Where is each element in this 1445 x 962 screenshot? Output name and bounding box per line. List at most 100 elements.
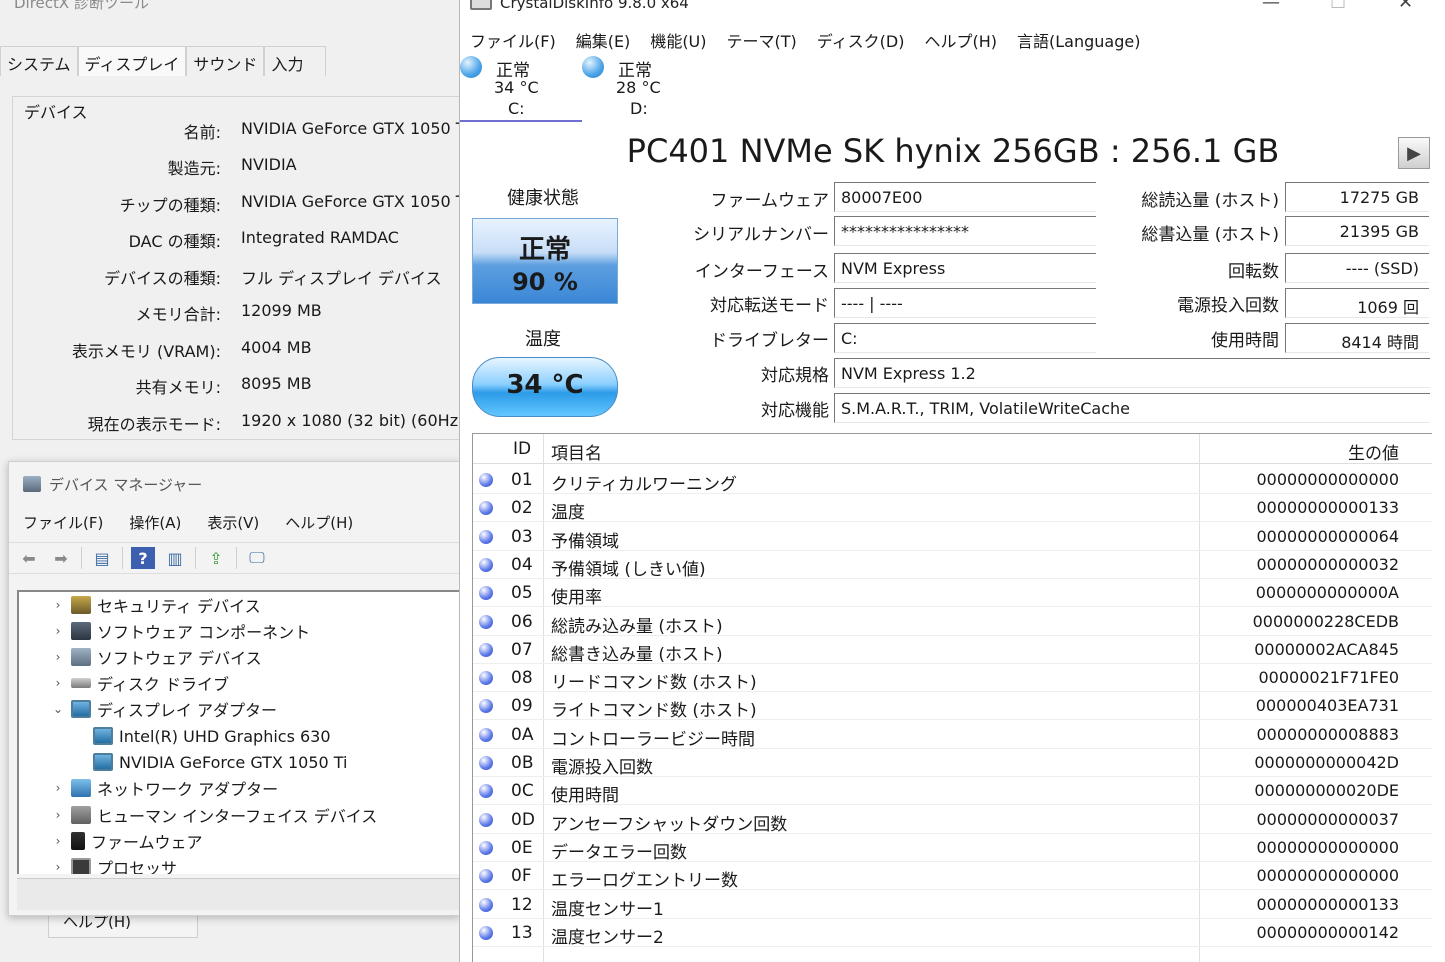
vram-label: 表示メモリ (VRAM): [71,342,221,361]
table-row[interactable]: 0E データエラー回数 00000000000000 [473,834,1432,863]
smart-attribute-raw: 0000000228CEDB [1252,611,1399,631]
help-question-icon[interactable]: ? [131,547,155,569]
table-row[interactable]: 08 リードコマンド数 (ホスト) 00000021F71FE0 [473,664,1432,693]
drive-tab-c[interactable]: 正常 34 °C C: [460,56,582,122]
chip-type-label: チップの種類: [119,196,221,215]
smart-header-raw[interactable]: 生の値 [1348,439,1399,464]
table-row[interactable]: 04 予備領域 (しきい値) 00000000000032 [473,551,1432,580]
total-memory-row: メモリ合計: 12099 MB [13,301,461,325]
back-arrow-icon[interactable]: ⬅ [17,547,41,569]
attribute-status-dot-icon [479,925,493,940]
table-row[interactable]: 03 予備領域 00000000000064 [473,523,1432,552]
smart-attribute-name: コントローラービジー時間 [551,729,755,750]
tab-display[interactable]: ディスプレイ [77,46,187,76]
rotation-rate-value: ---- (SSD) [1285,253,1429,283]
menu-disk[interactable]: ディスク(D) [807,26,915,52]
chevron-right-icon[interactable]: › [51,650,65,664]
scan-hardware-monitor-icon[interactable]: 🖵 [245,547,269,569]
table-row[interactable]: 0F エラーログエントリー数 00000000000000 [473,862,1432,891]
table-row[interactable]: 01 クリティカルワーニング 00000000000000 [473,466,1432,495]
menu-function[interactable]: 機能(U) [640,26,716,52]
device-manager-title: デバイス マネージャー [49,475,203,494]
tab-sound[interactable]: サウンド [186,46,265,76]
dac-type-value: Integrated RAMDAC [241,228,399,247]
tab-system[interactable]: システム [0,46,78,76]
smart-table[interactable]: ID 項目名 生の値 01 クリティカルワーニング 00000000000000 02… [472,433,1432,962]
table-row[interactable]: 07 総書き込み量 (ホスト) 00000002ACA845 [473,636,1432,665]
table-row[interactable]: 12 温度センサー1 00000000000133 [473,891,1432,920]
table-row[interactable]: 0D アンセーフシャットダウン回数 00000000000037 [473,806,1432,835]
chevron-right-icon[interactable]: › [51,624,65,638]
attribute-status-dot-icon [479,529,493,544]
minimize-icon[interactable]: — [1262,0,1280,13]
table-row[interactable]: 13 温度センサー2 00000000000142 [473,919,1432,948]
properties-window-icon[interactable]: ▤ [90,547,114,569]
temperature-display[interactable]: 34 °C [472,357,618,417]
details-window-icon[interactable]: ▥ [163,547,187,569]
table-row[interactable]: 0A コントローラービジー時間 00000000008883 [473,721,1432,750]
menu-action[interactable]: 操作(A) [115,510,193,536]
update-driver-icon[interactable]: ⇪ [204,547,228,569]
tree-item-software-devices[interactable]: › ソフトウェア デバイス [51,644,262,670]
tree-item-network-adapters[interactable]: › ネットワーク アダプター [51,775,278,801]
attribute-status-dot-icon [479,727,493,742]
forward-arrow-icon[interactable]: ➡ [49,547,73,569]
smart-attribute-raw: 00000000000064 [1256,526,1399,546]
menu-edit[interactable]: 編集(E) [566,26,641,52]
tree-item-software-components[interactable]: › ソフトウェア コンポーネント [51,618,310,644]
drive-tab-d[interactable]: 正常 28 °C D: [582,56,704,122]
chevron-right-icon[interactable]: › [51,598,65,612]
table-row[interactable]: 06 総読み込み量 (ホスト) 0000000228CEDB [473,608,1432,637]
table-row[interactable]: 05 使用率 0000000000000A [473,579,1432,608]
table-row[interactable]: 09 ライトコマンド数 (ホスト) 000000403EA731 [473,692,1432,721]
menu-view[interactable]: 表示(V) [193,510,271,536]
device-name-label: 名前: [183,123,221,142]
smart-attribute-name: 総書き込み量 (ホスト) [551,644,723,665]
tree-item-intel-uhd-630[interactable]: Intel(R) UHD Graphics 630 [93,723,331,749]
tree-item-display-adapters[interactable]: ⌄ ディスプレイ アダプター [51,696,277,722]
dac-type-row: DAC の種類: Integrated RAMDAC [13,228,461,252]
menu-theme[interactable]: テーマ(T) [717,26,807,52]
device-type-value: フル ディスプレイ デバイス [241,269,442,288]
menu-help[interactable]: ヘルプ(H) [271,510,365,536]
smart-attribute-raw: 0000000000042D [1254,753,1399,772]
device-type-row: デバイスの種類: フル ディスプレイ デバイス [13,265,461,289]
tree-item-processors[interactable]: › プロセッサ [51,854,177,874]
smart-header-id[interactable]: ID [513,439,531,459]
chevron-right-icon[interactable]: › [51,860,65,874]
menu-file[interactable]: ファイル(F) [460,26,566,52]
features-label: 対応機能 [761,401,829,421]
menu-help[interactable]: ヘルプ(H) [914,26,1007,52]
close-icon[interactable]: ✕ [1398,0,1413,13]
table-row[interactable]: 0B 電源投入回数 0000000000042D [473,749,1432,778]
tree-item-nvidia-gtx-1050ti[interactable]: NVIDIA GeForce GTX 1050 Ti [93,749,348,775]
smart-attribute-id: 06 [511,611,533,632]
tree-item-disk-drives[interactable]: › ディスク ドライブ [51,670,229,696]
chevron-right-icon[interactable]: › [51,781,65,795]
tab-input[interactable]: 入力 [264,46,327,76]
maximize-icon[interactable]: ☐ [1330,0,1346,13]
tree-item-human-interface-devices[interactable]: › ヒューマン インターフェイス デバイス [51,802,377,828]
chevron-right-icon[interactable]: › [51,676,65,690]
toolbar-separator [122,547,123,569]
smart-attribute-name: データエラー回数 [551,842,687,863]
smart-attribute-raw: 00000000000133 [1256,498,1399,518]
chevron-down-icon[interactable]: ⌄ [51,702,65,716]
vram-row: 表示メモリ (VRAM): 4004 MB [13,338,461,362]
tree-item-security-devices[interactable]: › セキュリティ デバイス [51,592,261,618]
menu-language[interactable]: 言語(Language) [1007,26,1150,52]
smart-attribute-name: 使用時間 [551,786,619,807]
tree-item-firmware[interactable]: › ファームウェア [51,828,203,854]
table-row[interactable]: 0C 使用時間 000000000020DE [473,777,1432,807]
chevron-right-icon[interactable]: › [51,834,65,848]
device-manager-statusbar [17,878,461,910]
table-row[interactable]: 02 温度 00000000000133 [473,494,1432,523]
next-disk-play-icon[interactable]: ▶ [1398,137,1430,169]
smart-header-name[interactable]: 項目名 [551,439,602,464]
health-status-button[interactable]: 正常 90 % [472,218,618,304]
chevron-right-icon[interactable]: › [51,808,65,822]
menu-file[interactable]: ファイル(F) [9,510,115,536]
drive-temperature: 28 °C [616,78,661,97]
smart-attribute-raw: 00000000000000 [1256,470,1399,489]
smart-attribute-name: 温度センサー2 [551,927,664,948]
